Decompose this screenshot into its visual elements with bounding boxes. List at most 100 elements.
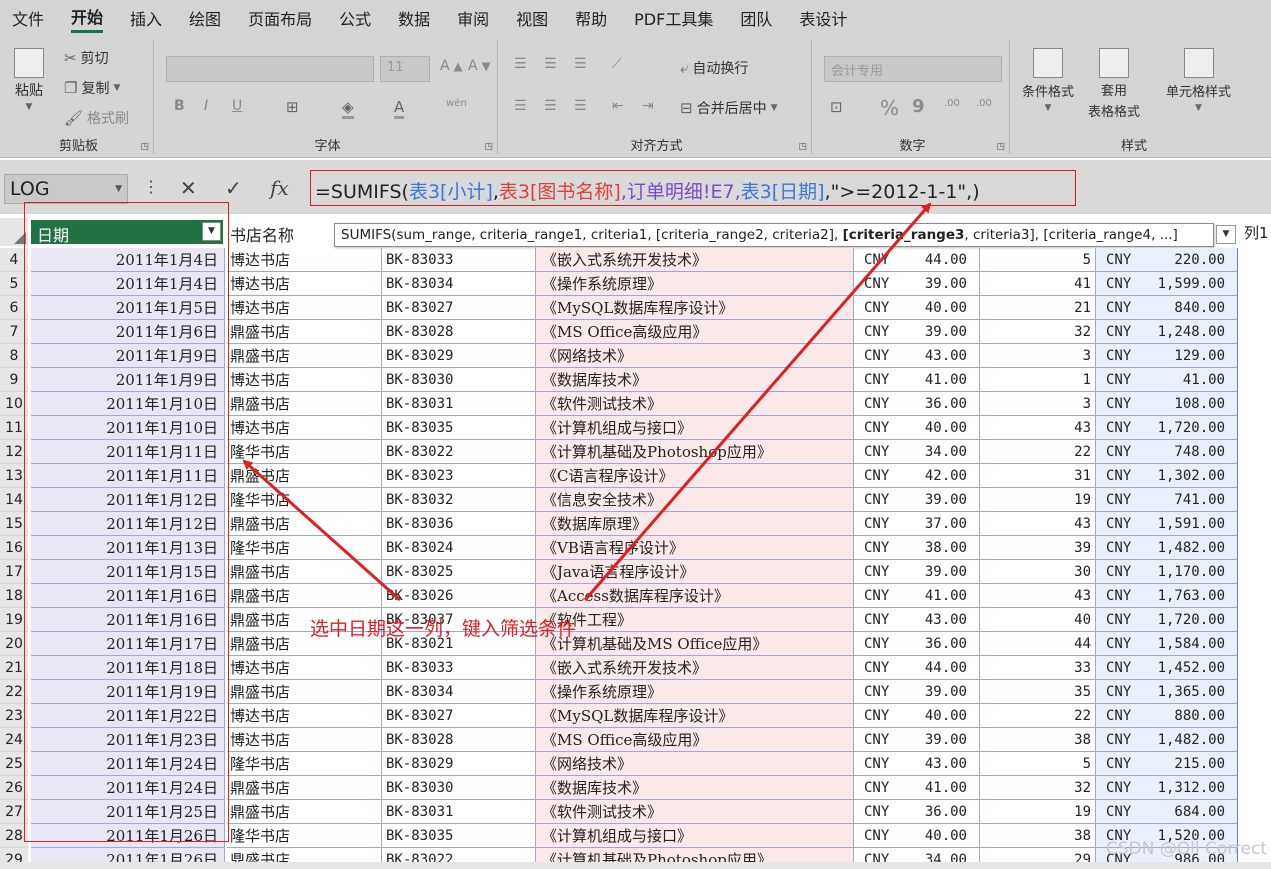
shrink-font-button[interactable]: A ▼ [468,58,491,74]
cell-code[interactable]: BK-83027 [382,296,536,320]
bottom-align-button[interactable]: ☰ [574,56,587,72]
cell-book[interactable]: 《嵌入式系统开发技术》 [536,656,854,680]
cell-store[interactable]: 博达书店 [227,704,382,728]
cell-subtotal[interactable]: CNY 1,170.00 [1096,560,1238,584]
cell-book[interactable]: 《VB语言程序设计》 [536,536,854,560]
comma-button[interactable]: 9 [912,96,925,117]
grow-font-button[interactable]: A ▲ [440,58,463,74]
menu-tab[interactable]: 插入 [130,6,162,30]
cell-code[interactable]: BK-83029 [382,344,536,368]
decrease-indent-button[interactable]: ⇤ [612,98,624,114]
cell-book[interactable]: 《MySQL数据库程序设计》 [536,296,854,320]
cell-code[interactable]: BK-83022 [382,440,536,464]
cell-book[interactable]: 《数据库技术》 [536,776,854,800]
cell-store[interactable]: 隆华书店 [227,752,382,776]
cell-qty[interactable]: 43 [980,584,1096,608]
cell-date[interactable]: 2011年1月12日 [31,512,225,536]
cell-price[interactable]: CNY 34.00 [854,440,980,464]
row-number[interactable]: 25 [0,752,28,776]
enter-formula-button[interactable]: ✓ [225,176,242,200]
header-col1[interactable]: 列1 [1244,222,1269,243]
cell-store[interactable]: 鼎盛书店 [227,800,382,824]
format-as-table-button[interactable]: 套用 表格格式 [1088,48,1140,120]
cell-subtotal[interactable]: CNY 1,482.00 [1096,728,1238,752]
cell-date[interactable]: 2011年1月4日 [31,272,225,296]
cell-price[interactable]: CNY 39.00 [854,680,980,704]
cell-code[interactable]: BK-83036 [382,512,536,536]
cell-store[interactable]: 博达书店 [227,416,382,440]
cell-book[interactable]: 《网络技术》 [536,752,854,776]
cell-subtotal[interactable]: CNY 129.00 [1096,344,1238,368]
cell-price[interactable]: CNY 39.00 [854,272,980,296]
cell-book[interactable]: 《软件测试技术》 [536,800,854,824]
cell-date[interactable]: 2011年1月17日 [31,632,225,656]
cell-qty[interactable]: 32 [980,320,1096,344]
cell-code[interactable]: BK-83025 [382,560,536,584]
row-number[interactable]: 20 [0,632,28,656]
cell-code[interactable]: BK-83031 [382,800,536,824]
cell-price[interactable]: CNY 41.00 [854,584,980,608]
cell-subtotal[interactable]: CNY 1,365.00 [1096,680,1238,704]
currency-button[interactable]: ⊡ [830,98,843,116]
percent-button[interactable]: % [880,96,899,120]
cell-price[interactable]: CNY 42.00 [854,464,980,488]
orientation-button[interactable]: ⟋ [612,56,622,72]
cell-price[interactable]: CNY 39.00 [854,320,980,344]
menu-tab[interactable]: 开始 [71,4,104,33]
cell-store[interactable]: 隆华书店 [227,488,382,512]
cell-qty[interactable]: 22 [980,704,1096,728]
cell-code[interactable]: BK-83034 [382,680,536,704]
row-number[interactable]: 9 [0,368,28,392]
row-number[interactable]: 21 [0,656,28,680]
menu-tab[interactable]: 审阅 [457,6,489,30]
wrap-text-button[interactable]: ⤶ 自动换行 [680,58,748,78]
cell-qty[interactable]: 5 [980,752,1096,776]
cell-code[interactable]: BK-83031 [382,392,536,416]
cell-price[interactable]: CNY 44.00 [854,656,980,680]
cell-price[interactable]: CNY 37.00 [854,512,980,536]
cell-book[interactable]: 《Access数据库程序设计》 [536,584,854,608]
cell-store[interactable]: 鼎盛书店 [227,776,382,800]
cell-code[interactable]: BK-83024 [382,536,536,560]
cell-date[interactable]: 2011年1月9日 [31,368,225,392]
cell-code[interactable]: BK-83035 [382,824,536,848]
cell-subtotal[interactable]: CNY 1,720.00 [1096,416,1238,440]
cell-book[interactable]: 《数据库原理》 [536,512,854,536]
row-number[interactable]: 16 [0,536,28,560]
menu-tab[interactable]: 团队 [740,6,772,30]
increase-indent-button[interactable]: ⇥ [642,98,654,114]
border-button[interactable]: ⊞ [286,98,299,116]
cell-subtotal[interactable]: CNY 840.00 [1096,296,1238,320]
menu-tab[interactable]: 页面布局 [248,6,312,30]
format-painter-button[interactable]: 🖌 格式刷 [64,108,129,128]
cell-qty[interactable]: 35 [980,680,1096,704]
cell-qty[interactable]: 19 [980,800,1096,824]
cell-qty[interactable]: 38 [980,824,1096,848]
cell-store[interactable]: 博达书店 [227,368,382,392]
cell-code[interactable]: BK-83030 [382,368,536,392]
cell-store[interactable]: 鼎盛书店 [227,560,382,584]
cell-book[interactable]: 《Java语言程序设计》 [536,560,854,584]
cell-subtotal[interactable]: CNY 220.00 [1096,248,1238,272]
dialog-launcher-icon[interactable]: ◳ [798,142,807,152]
cell-book[interactable]: 《计算机基础及Photoshop应用》 [536,440,854,464]
cell-price[interactable]: CNY 38.00 [854,536,980,560]
cell-price[interactable]: CNY 40.00 [854,416,980,440]
menu-tab[interactable]: 表设计 [799,6,847,30]
header-date[interactable]: 日期 ▼ [31,220,223,245]
cell-subtotal[interactable]: CNY 684.00 [1096,800,1238,824]
cell-qty[interactable]: 19 [980,488,1096,512]
cell-store[interactable]: 博达书店 [227,272,382,296]
cell-qty[interactable]: 3 [980,344,1096,368]
cell-date[interactable]: 2011年1月24日 [31,752,225,776]
cell-subtotal[interactable]: CNY 215.00 [1096,752,1238,776]
cell-qty[interactable]: 32 [980,776,1096,800]
cell-price[interactable]: CNY 41.00 [854,776,980,800]
cell-subtotal[interactable]: CNY 1,599.00 [1096,272,1238,296]
cell-date[interactable]: 2011年1月10日 [31,416,225,440]
cell-code[interactable]: BK-83034 [382,272,536,296]
cell-price[interactable]: CNY 39.00 [854,560,980,584]
cell-qty[interactable]: 44 [980,632,1096,656]
row-number[interactable]: 14 [0,488,28,512]
cell-date[interactable]: 2011年1月24日 [31,776,225,800]
